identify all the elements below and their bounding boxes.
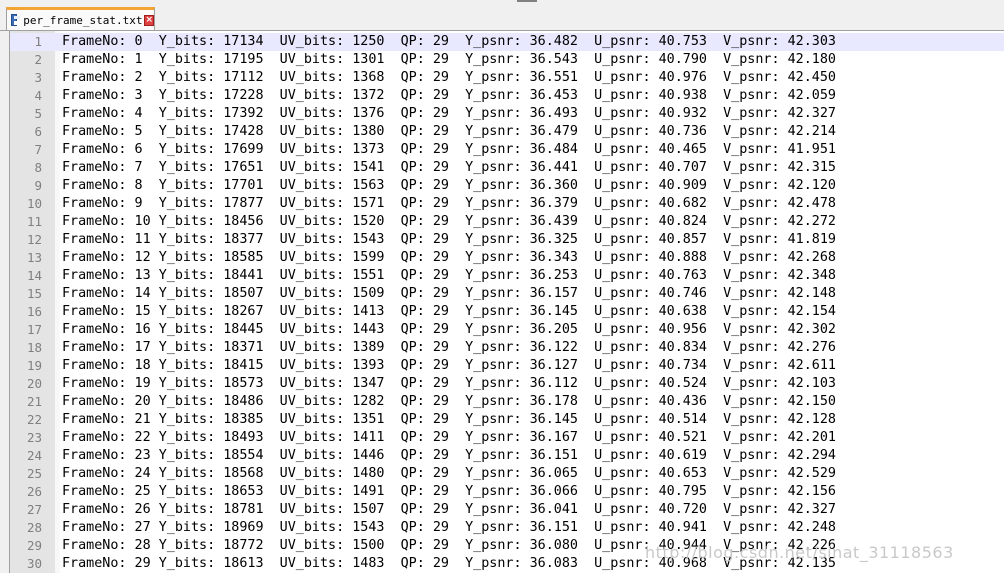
editor-line[interactable]: 21 FrameNo: 20 Y_bits: 18486 UV_bits: 128… bbox=[10, 393, 1004, 411]
line-text[interactable]: FrameNo: 16 Y_bits: 18445 UV_bits: 1443 … bbox=[62, 321, 836, 339]
line-number: 14 bbox=[26, 268, 42, 283]
line-text[interactable]: FrameNo: 19 Y_bits: 18573 UV_bits: 1347 … bbox=[62, 375, 836, 393]
line-number: 19 bbox=[26, 358, 42, 373]
editor-line[interactable]: 25 FrameNo: 24 Y_bits: 18568 UV_bits: 148… bbox=[10, 465, 1004, 483]
line-number: 10 bbox=[26, 196, 42, 211]
editor-line[interactable]: 16 FrameNo: 15 Y_bits: 18267 UV_bits: 141… bbox=[10, 303, 1004, 321]
editor-line[interactable]: 10 FrameNo: 9 Y_bits: 17877 UV_bits: 1571… bbox=[10, 195, 1004, 213]
editor-line[interactable]: 13 FrameNo: 12 Y_bits: 18585 UV_bits: 159… bbox=[10, 249, 1004, 267]
editor-line[interactable]: 24 FrameNo: 23 Y_bits: 18554 UV_bits: 144… bbox=[10, 447, 1004, 465]
line-number: 26 bbox=[26, 484, 42, 499]
line-number: 1 bbox=[34, 34, 42, 49]
line-text[interactable]: FrameNo: 1 Y_bits: 17195 UV_bits: 1301 Q… bbox=[62, 51, 836, 69]
line-number: 16 bbox=[26, 304, 42, 319]
line-number: 5 bbox=[34, 106, 42, 121]
floppy-disk-icon bbox=[11, 14, 21, 26]
line-text[interactable]: FrameNo: 12 Y_bits: 18585 UV_bits: 1599 … bbox=[62, 249, 836, 267]
tab-per-frame-stat[interactable]: per_frame_stat.txt × bbox=[6, 7, 155, 30]
editor-line[interactable]: 1 FrameNo: 0 Y_bits: 17134 UV_bits: 1250 … bbox=[10, 33, 1004, 51]
editor-lines[interactable]: 1 FrameNo: 0 Y_bits: 17134 UV_bits: 1250 … bbox=[10, 33, 1004, 573]
line-number: 3 bbox=[34, 70, 42, 85]
editor-line[interactable]: 20 FrameNo: 19 Y_bits: 18573 UV_bits: 134… bbox=[10, 375, 1004, 393]
line-text[interactable]: FrameNo: 25 Y_bits: 18653 UV_bits: 1491 … bbox=[62, 483, 836, 501]
line-number: 11 bbox=[26, 214, 42, 229]
editor-line[interactable]: 18 FrameNo: 17 Y_bits: 18371 UV_bits: 138… bbox=[10, 339, 1004, 357]
window-grip bbox=[517, 0, 537, 2]
line-number: 30 bbox=[26, 556, 42, 571]
text-editor[interactable]: 1 FrameNo: 0 Y_bits: 17134 UV_bits: 1250 … bbox=[9, 31, 1004, 573]
line-text[interactable]: FrameNo: 17 Y_bits: 18371 UV_bits: 1389 … bbox=[62, 339, 836, 357]
line-number: 24 bbox=[26, 448, 42, 463]
line-number: 27 bbox=[26, 502, 42, 517]
line-number: 13 bbox=[26, 250, 42, 265]
line-number: 7 bbox=[34, 142, 42, 157]
line-text[interactable]: FrameNo: 13 Y_bits: 18441 UV_bits: 1551 … bbox=[62, 267, 836, 285]
line-text[interactable]: FrameNo: 5 Y_bits: 17428 UV_bits: 1380 Q… bbox=[62, 123, 836, 141]
tab-bar: per_frame_stat.txt × bbox=[0, 0, 1004, 31]
editor-line[interactable]: 22 FrameNo: 21 Y_bits: 18385 UV_bits: 135… bbox=[10, 411, 1004, 429]
line-text[interactable]: FrameNo: 11 Y_bits: 18377 UV_bits: 1543 … bbox=[62, 231, 836, 249]
line-text[interactable]: FrameNo: 9 Y_bits: 17877 UV_bits: 1571 Q… bbox=[62, 195, 836, 213]
line-text[interactable]: FrameNo: 15 Y_bits: 18267 UV_bits: 1413 … bbox=[62, 303, 836, 321]
line-text[interactable]: FrameNo: 21 Y_bits: 18385 UV_bits: 1351 … bbox=[62, 411, 836, 429]
editor-line[interactable]: 6 FrameNo: 5 Y_bits: 17428 UV_bits: 1380 … bbox=[10, 123, 1004, 141]
line-text[interactable]: FrameNo: 8 Y_bits: 17701 UV_bits: 1563 Q… bbox=[62, 177, 836, 195]
editor-line[interactable]: 23 FrameNo: 22 Y_bits: 18493 UV_bits: 141… bbox=[10, 429, 1004, 447]
editor-line[interactable]: 27 FrameNo: 26 Y_bits: 18781 UV_bits: 150… bbox=[10, 501, 1004, 519]
line-text[interactable]: FrameNo: 23 Y_bits: 18554 UV_bits: 1446 … bbox=[62, 447, 836, 465]
line-number: 18 bbox=[26, 340, 42, 355]
line-text[interactable]: FrameNo: 18 Y_bits: 18415 UV_bits: 1393 … bbox=[62, 357, 836, 375]
line-text[interactable]: FrameNo: 4 Y_bits: 17392 UV_bits: 1376 Q… bbox=[62, 105, 836, 123]
editor-line[interactable]: 15 FrameNo: 14 Y_bits: 18507 UV_bits: 150… bbox=[10, 285, 1004, 303]
editor-line[interactable]: 3 FrameNo: 2 Y_bits: 17112 UV_bits: 1368 … bbox=[10, 69, 1004, 87]
line-number: 17 bbox=[26, 322, 42, 337]
line-text[interactable]: FrameNo: 7 Y_bits: 17651 UV_bits: 1541 Q… bbox=[62, 159, 836, 177]
line-number: 2 bbox=[34, 52, 42, 67]
line-text[interactable]: FrameNo: 2 Y_bits: 17112 UV_bits: 1368 Q… bbox=[62, 69, 836, 87]
line-text[interactable]: FrameNo: 22 Y_bits: 18493 UV_bits: 1411 … bbox=[62, 429, 836, 447]
line-number: 23 bbox=[26, 430, 42, 445]
tab-label: per_frame_stat.txt bbox=[23, 13, 143, 27]
editor-line[interactable]: 11 FrameNo: 10 Y_bits: 18456 UV_bits: 152… bbox=[10, 213, 1004, 231]
editor-line[interactable]: 14 FrameNo: 13 Y_bits: 18441 UV_bits: 155… bbox=[10, 267, 1004, 285]
line-number: 6 bbox=[34, 124, 42, 139]
line-number: 21 bbox=[26, 394, 42, 409]
line-text[interactable]: FrameNo: 3 Y_bits: 17228 UV_bits: 1372 Q… bbox=[62, 87, 836, 105]
line-text[interactable]: FrameNo: 27 Y_bits: 18969 UV_bits: 1543 … bbox=[62, 519, 836, 537]
line-number: 22 bbox=[26, 412, 42, 427]
line-number: 20 bbox=[26, 376, 42, 391]
editor-line[interactable]: 9 FrameNo: 8 Y_bits: 17701 UV_bits: 1563 … bbox=[10, 177, 1004, 195]
line-text[interactable]: FrameNo: 0 Y_bits: 17134 UV_bits: 1250 Q… bbox=[62, 33, 836, 51]
editor-line[interactable]: 19 FrameNo: 18 Y_bits: 18415 UV_bits: 139… bbox=[10, 357, 1004, 375]
line-number: 25 bbox=[26, 466, 42, 481]
line-number: 8 bbox=[34, 160, 42, 175]
editor-line[interactable]: 28 FrameNo: 27 Y_bits: 18969 UV_bits: 154… bbox=[10, 519, 1004, 537]
line-number: 28 bbox=[26, 520, 42, 535]
line-text[interactable]: FrameNo: 20 Y_bits: 18486 UV_bits: 1282 … bbox=[62, 393, 836, 411]
close-icon[interactable]: × bbox=[144, 14, 154, 26]
line-text[interactable]: FrameNo: 10 Y_bits: 18456 UV_bits: 1520 … bbox=[62, 213, 836, 231]
editor-line[interactable]: 12 FrameNo: 11 Y_bits: 18377 UV_bits: 154… bbox=[10, 231, 1004, 249]
line-number: 4 bbox=[34, 88, 42, 103]
editor-line[interactable]: 4 FrameNo: 3 Y_bits: 17228 UV_bits: 1372 … bbox=[10, 87, 1004, 105]
line-number: 9 bbox=[34, 178, 42, 193]
line-number: 12 bbox=[26, 232, 42, 247]
editor-line[interactable]: 17 FrameNo: 16 Y_bits: 18445 UV_bits: 144… bbox=[10, 321, 1004, 339]
line-number: 15 bbox=[26, 286, 42, 301]
editor-line[interactable]: 2 FrameNo: 1 Y_bits: 17195 UV_bits: 1301 … bbox=[10, 51, 1004, 69]
watermark: http://blog.csdn.net/sinat_31118563 bbox=[645, 543, 954, 562]
editor-line[interactable]: 26 FrameNo: 25 Y_bits: 18653 UV_bits: 149… bbox=[10, 483, 1004, 501]
editor-line[interactable]: 5 FrameNo: 4 Y_bits: 17392 UV_bits: 1376 … bbox=[10, 105, 1004, 123]
line-text[interactable]: FrameNo: 14 Y_bits: 18507 UV_bits: 1509 … bbox=[62, 285, 836, 303]
line-text[interactable]: FrameNo: 6 Y_bits: 17699 UV_bits: 1373 Q… bbox=[62, 141, 836, 159]
editor-line[interactable]: 8 FrameNo: 7 Y_bits: 17651 UV_bits: 1541 … bbox=[10, 159, 1004, 177]
line-text[interactable]: FrameNo: 26 Y_bits: 18781 UV_bits: 1507 … bbox=[62, 501, 836, 519]
line-number: 29 bbox=[26, 538, 42, 553]
editor-line[interactable]: 7 FrameNo: 6 Y_bits: 17699 UV_bits: 1373 … bbox=[10, 141, 1004, 159]
line-text[interactable]: FrameNo: 24 Y_bits: 18568 UV_bits: 1480 … bbox=[62, 465, 836, 483]
